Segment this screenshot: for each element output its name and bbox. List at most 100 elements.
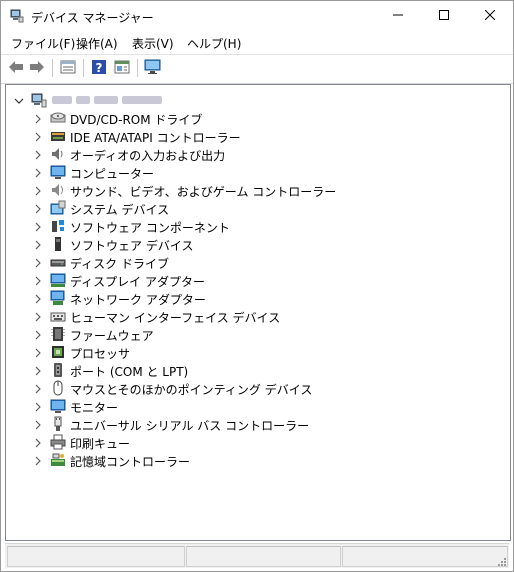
chevron-right-icon[interactable] bbox=[33, 401, 43, 412]
maximize-icon bbox=[439, 9, 449, 23]
chevron-right-icon[interactable] bbox=[33, 437, 43, 448]
tree-item-disk-drive[interactable]: ディスク ドライブ bbox=[6, 253, 486, 271]
chevron-right-icon[interactable] bbox=[33, 365, 43, 376]
menu-action[interactable]: 操作(A) bbox=[75, 35, 119, 52]
chevron-right-icon[interactable] bbox=[33, 221, 43, 232]
mouse-icon bbox=[50, 380, 66, 396]
device-tree[interactable]: DVD/CD-ROM ドライブ IDE ATA/ATAPI コントローラー オーディ… bbox=[5, 84, 511, 541]
minimize-icon bbox=[393, 9, 403, 23]
menu-help[interactable]: ヘルプ(H) bbox=[186, 35, 242, 52]
tree-item-label: プロセッサ bbox=[70, 347, 131, 361]
tree-item-label: ポート (COM と LPT) bbox=[70, 365, 189, 379]
tree-item-usb[interactable]: ユニバーサル シリアル バス コントローラー bbox=[6, 415, 486, 433]
tree-item-display-adapter[interactable]: ディスプレイ アダプター bbox=[6, 271, 486, 289]
scan-hardware-button[interactable] bbox=[143, 58, 163, 78]
forward-button[interactable] bbox=[27, 58, 47, 78]
tree-item-network-adapter[interactable]: ネットワーク アダプター bbox=[6, 289, 486, 307]
disk-drive-icon bbox=[50, 254, 66, 270]
title-bar[interactable]: デバイス マネージャー bbox=[1, 1, 513, 31]
tree-item-system-device[interactable]: システム デバイス bbox=[6, 199, 486, 217]
toolbar: ? bbox=[1, 54, 513, 84]
speaker-icon bbox=[50, 146, 66, 162]
tree-item-label: システム デバイス bbox=[70, 203, 170, 217]
tree-item-software-device[interactable]: ソフトウェア デバイス bbox=[6, 235, 486, 253]
computer-monitor-icon bbox=[50, 164, 66, 180]
device-manager-app-icon bbox=[10, 9, 24, 23]
chevron-right-icon[interactable] bbox=[33, 257, 43, 268]
chevron-right-icon[interactable] bbox=[33, 113, 43, 124]
status-pane bbox=[342, 546, 508, 567]
tree-item-computer-monitor[interactable]: コンピューター bbox=[6, 163, 486, 181]
menu-bar: ファイル(F) 操作(A) 表示(V) ヘルプ(H) bbox=[1, 32, 513, 54]
tree-item-label: オーディオの入力および出力 bbox=[70, 149, 226, 163]
status-bar bbox=[5, 543, 509, 568]
chevron-right-icon[interactable] bbox=[33, 167, 43, 178]
action-pane-icon bbox=[114, 60, 130, 77]
back-button[interactable] bbox=[6, 58, 26, 78]
tree-item-speaker[interactable]: オーディオの入力および出力 bbox=[6, 145, 486, 163]
chevron-right-icon[interactable] bbox=[33, 347, 43, 358]
hid-icon bbox=[50, 308, 66, 324]
storage-controller-icon bbox=[50, 452, 66, 468]
chevron-down-icon[interactable] bbox=[14, 95, 24, 105]
port-icon bbox=[50, 362, 66, 378]
action-pane-button[interactable] bbox=[112, 58, 132, 78]
tree-item-software-component[interactable]: ソフトウェア コンポーネント bbox=[6, 217, 486, 235]
monitor-icon bbox=[144, 59, 162, 78]
tree-item-label: ネットワーク アダプター bbox=[70, 293, 206, 307]
tree-item-optical-drive[interactable]: DVD/CD-ROM ドライブ bbox=[6, 109, 486, 127]
tree-item-label: ソフトウェア デバイス bbox=[70, 239, 194, 253]
close-icon bbox=[484, 9, 496, 23]
chevron-right-icon[interactable] bbox=[33, 455, 43, 466]
tree-item-label: ヒューマン インターフェイス デバイス bbox=[70, 311, 281, 325]
firmware-icon bbox=[50, 326, 66, 342]
tree-item-label: コンピューター bbox=[70, 167, 155, 181]
minimize-button[interactable] bbox=[375, 1, 421, 31]
chevron-right-icon[interactable] bbox=[33, 131, 43, 142]
maximize-button[interactable] bbox=[421, 1, 467, 31]
tree-item-monitor[interactable]: モニター bbox=[6, 397, 486, 415]
chevron-right-icon[interactable] bbox=[33, 293, 43, 304]
chevron-right-icon[interactable] bbox=[33, 275, 43, 286]
tree-item-label: ソフトウェア コンポーネント bbox=[70, 221, 230, 235]
tree-item-label: モニター bbox=[70, 401, 119, 415]
system-device-icon bbox=[50, 200, 66, 216]
tree-item-firmware[interactable]: ファームウェア bbox=[6, 325, 486, 343]
tree-item-printer[interactable]: 印刷キュー bbox=[6, 433, 486, 451]
chevron-right-icon[interactable] bbox=[33, 185, 43, 196]
menu-file[interactable]: ファイル(F) bbox=[10, 35, 76, 52]
svg-text:?: ? bbox=[96, 61, 103, 75]
status-pane bbox=[7, 546, 185, 567]
chevron-right-icon[interactable] bbox=[33, 329, 43, 340]
help-button[interactable]: ? bbox=[89, 58, 109, 78]
printer-icon bbox=[50, 434, 66, 450]
tree-item-label: IDE ATA/ATAPI コントローラー bbox=[70, 131, 241, 145]
chevron-right-icon[interactable] bbox=[33, 311, 43, 322]
chevron-right-icon[interactable] bbox=[33, 149, 43, 160]
software-device-icon bbox=[50, 236, 66, 252]
software-component-icon bbox=[50, 218, 66, 234]
tree-item-hid[interactable]: ヒューマン インターフェイス デバイス bbox=[6, 307, 486, 325]
tree-root[interactable] bbox=[10, 91, 490, 109]
resize-grip-icon[interactable] bbox=[497, 556, 507, 566]
tree-item-sound[interactable]: サウンド、ビデオ、およびゲーム コントローラー bbox=[6, 181, 486, 199]
menu-view[interactable]: 表示(V) bbox=[131, 35, 175, 52]
tree-item-label: ファームウェア bbox=[70, 329, 154, 343]
tree-item-mouse[interactable]: マウスとそのほかのポインティング デバイス bbox=[6, 379, 486, 397]
close-button[interactable] bbox=[467, 1, 513, 31]
chevron-right-icon[interactable] bbox=[33, 203, 43, 214]
tree-item-label: マウスとそのほかのポインティング デバイス bbox=[70, 383, 313, 397]
toolbar-separator bbox=[137, 59, 138, 77]
chevron-right-icon[interactable] bbox=[33, 419, 43, 430]
properties-button[interactable] bbox=[58, 58, 78, 78]
tree-item-label: ディスク ドライブ bbox=[70, 257, 169, 271]
chevron-right-icon[interactable] bbox=[33, 239, 43, 250]
tree-item-processor[interactable]: プロセッサ bbox=[6, 343, 486, 361]
tree-item-storage-controller[interactable]: 記憶域コントローラー bbox=[6, 451, 486, 469]
tree-item-ide-controller[interactable]: IDE ATA/ATAPI コントローラー bbox=[6, 127, 486, 145]
ide-controller-icon bbox=[50, 128, 66, 144]
chevron-right-icon[interactable] bbox=[33, 383, 43, 394]
tree-item-label: ユニバーサル シリアル バス コントローラー bbox=[70, 419, 310, 433]
usb-icon bbox=[50, 416, 66, 432]
tree-item-port[interactable]: ポート (COM と LPT) bbox=[6, 361, 486, 379]
